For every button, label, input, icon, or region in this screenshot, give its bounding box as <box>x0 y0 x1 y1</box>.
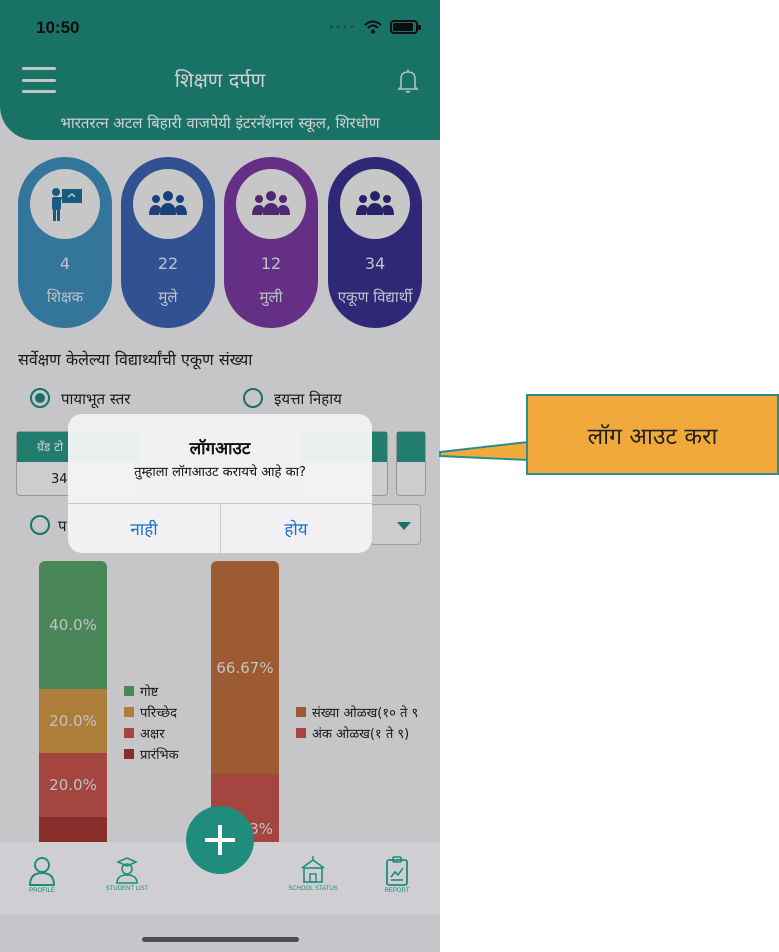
home-indicator-area <box>0 914 440 952</box>
logout-dialog: लॉगआउट तुम्हाला लॉगआउट करायचे आहे का? ना… <box>68 414 372 553</box>
home-indicator[interactable] <box>142 937 299 942</box>
logout-callout: लॉग आउट करा <box>526 394 779 475</box>
add-button[interactable] <box>186 806 254 874</box>
report-icon <box>386 856 408 886</box>
nav-school-label: SCHOOL STATUS <box>288 886 338 892</box>
student-icon <box>116 857 138 884</box>
dialog-yes-button[interactable]: होय <box>220 504 372 553</box>
dialog-title: लॉगआउट <box>189 439 251 459</box>
nav-student-label: STUDENT LIST <box>105 886 149 892</box>
nav-profile-label: PROFILE <box>29 888 55 894</box>
phone-screen: 10:50 •••• शिक्षण दर्पण भारतरत्न अटल बिह… <box>0 0 440 952</box>
nav-profile[interactable]: PROFILE <box>12 856 72 894</box>
dialog-no-button[interactable]: नाही <box>68 504 220 553</box>
profile-icon <box>28 857 56 886</box>
dialog-message: तुम्हाला लॉगआउट करायचे आहे का? <box>134 465 306 480</box>
callout-pointer <box>439 440 529 462</box>
nav-report[interactable]: REPORT <box>367 856 427 894</box>
nav-student-list[interactable]: STUDENT LIST <box>97 856 157 892</box>
school-icon <box>301 856 325 883</box>
nav-school-status[interactable]: SCHOOL STATUS <box>283 856 343 892</box>
nav-report-label: REPORT <box>384 888 410 894</box>
